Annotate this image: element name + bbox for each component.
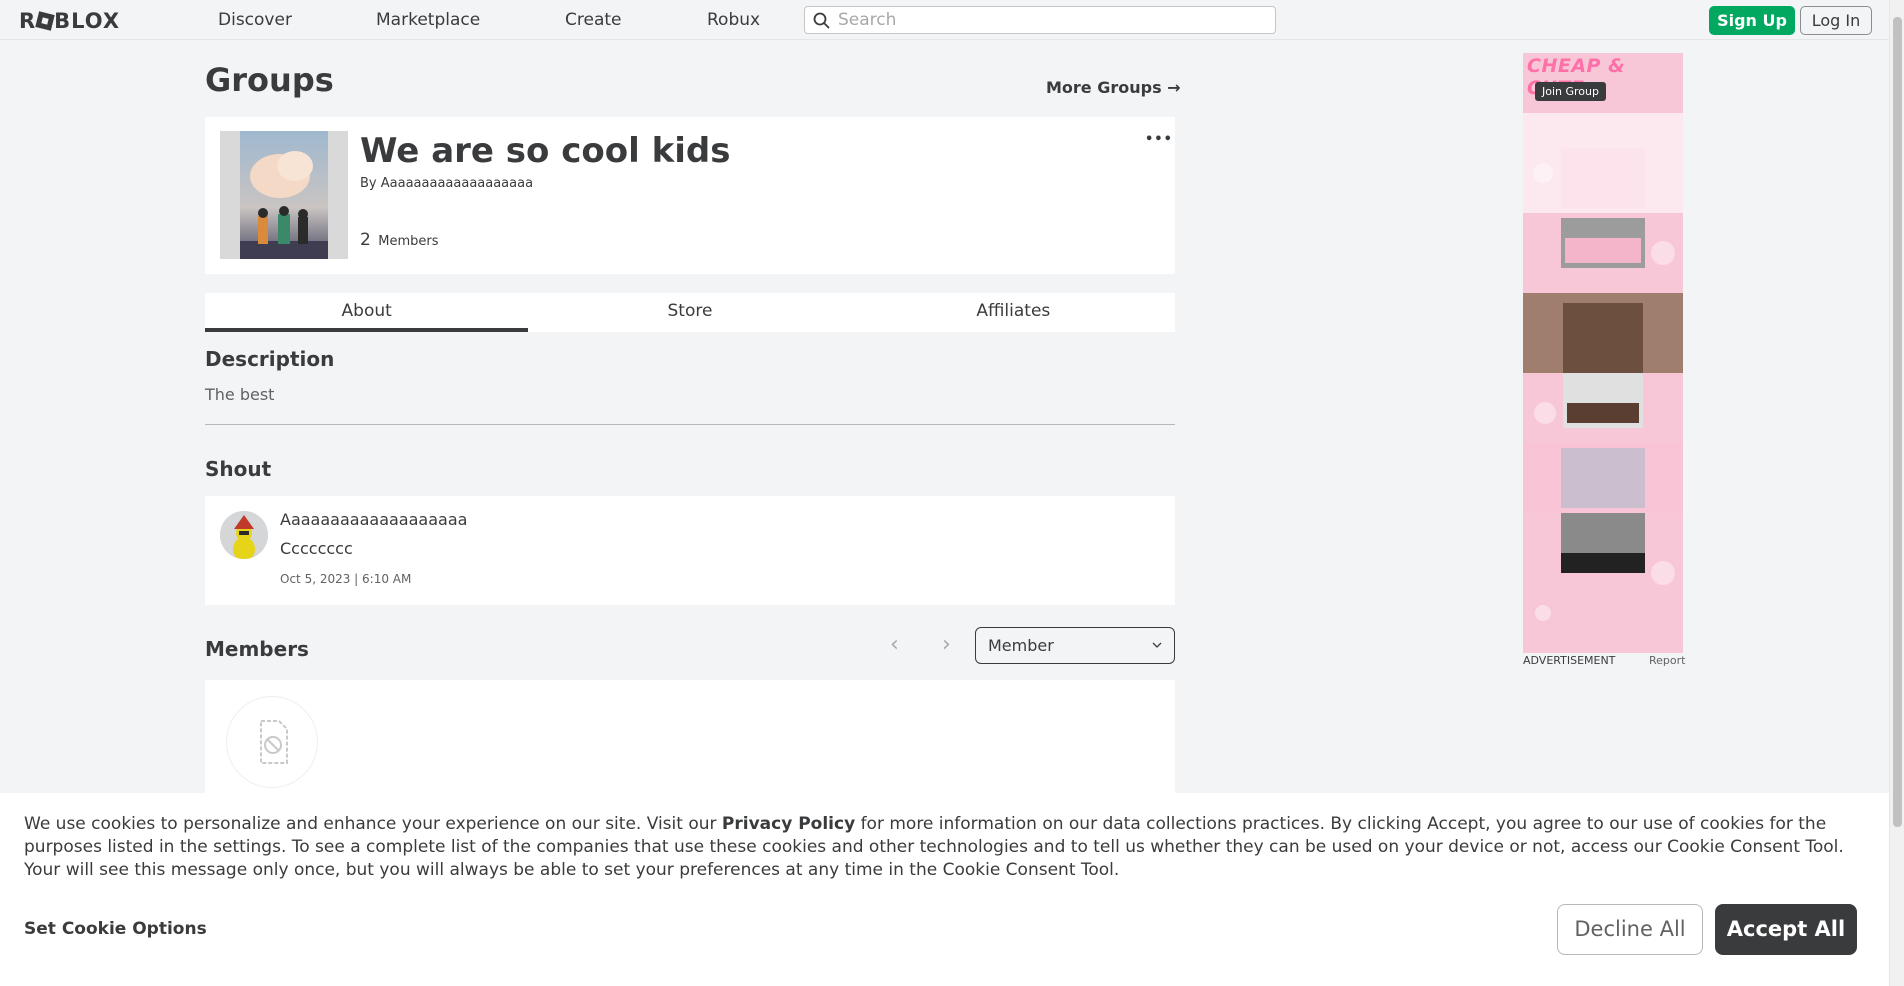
members-list [205, 680, 1175, 810]
member-avatar-placeholder[interactable] [226, 696, 318, 788]
cookie-banner: We use cookies to personalize and enhanc… [0, 793, 1889, 986]
signup-button[interactable]: Sign Up [1709, 6, 1795, 35]
avatar[interactable] [220, 511, 268, 559]
advertisement-banner[interactable]: CHEAP & CUTE Join Group [1523, 53, 1683, 653]
cookie-message: We use cookies to personalize and enhanc… [24, 814, 1844, 880]
unavailable-image-icon [260, 720, 288, 764]
group-owner: By Aaaaaaaaaaaaaaaaaaa [360, 176, 533, 191]
section-divider [205, 424, 1175, 425]
nav-robux[interactable]: Robux [707, 10, 760, 30]
chevron-down-icon [1152, 642, 1162, 648]
description-text: The best [205, 385, 275, 404]
search-input[interactable] [838, 9, 1268, 31]
search-box[interactable] [804, 6, 1276, 34]
ad-join-group-button[interactable]: Join Group [1535, 82, 1606, 101]
group-name: We are so cool kids [360, 131, 731, 171]
description-heading: Description [205, 347, 335, 371]
ad-artwork [1523, 53, 1683, 653]
role-dropdown[interactable]: Member [975, 627, 1175, 664]
member-count-label: Members [378, 234, 439, 249]
group-tabs: About Store Affiliates [205, 293, 1175, 332]
nav-create[interactable]: Create [565, 10, 622, 30]
tab-affiliates[interactable]: Affiliates [852, 293, 1175, 332]
group-header-card: We are so cool kids By Aaaaaaaaaaaaaaaaa… [205, 117, 1175, 274]
member-count-value: 2 [360, 230, 371, 250]
ad-report-link[interactable]: Report [1649, 654, 1685, 667]
more-groups-link[interactable]: More Groups → [1046, 78, 1181, 97]
shout-card: Aaaaaaaaaaaaaaaaaaa Cccccccc Oct 5, 2023… [205, 496, 1175, 605]
group-member-count: 2 Members [360, 230, 438, 250]
group-emblem [220, 131, 348, 259]
shout-message: Cccccccc [280, 539, 353, 558]
by-label: By [360, 176, 377, 191]
role-dropdown-value: Member [988, 636, 1054, 655]
shout-author[interactable]: Aaaaaaaaaaaaaaaaaaa [280, 510, 467, 529]
search-icon [813, 12, 830, 29]
shout-heading: Shout [205, 457, 272, 481]
members-heading: Members [205, 637, 309, 661]
tab-store[interactable]: Store [528, 293, 851, 332]
group-menu-button[interactable]: ••• [1145, 132, 1173, 147]
top-navigation: R BLOX Discover Marketplace Create Robux … [0, 0, 1889, 40]
scrollbar-thumb[interactable] [1893, 17, 1902, 827]
set-cookie-options-link[interactable]: Set Cookie Options [24, 919, 207, 939]
roblox-logo[interactable]: R BLOX [19, 9, 120, 33]
login-button[interactable]: Log In [1800, 6, 1872, 35]
shout-timestamp: Oct 5, 2023 | 6:10 AM [280, 572, 412, 586]
members-prev-button[interactable]: ‹ [890, 632, 899, 657]
privacy-policy-link[interactable]: Privacy Policy [722, 814, 855, 834]
accept-all-button[interactable]: Accept All [1715, 904, 1857, 955]
nav-discover[interactable]: Discover [218, 10, 292, 30]
owner-link[interactable]: Aaaaaaaaaaaaaaaaaaa [381, 176, 533, 191]
decline-all-button[interactable]: Decline All [1557, 904, 1703, 955]
page-title: Groups [205, 61, 334, 99]
ad-label: ADVERTISEMENT [1523, 654, 1616, 667]
tab-about[interactable]: About [205, 293, 529, 332]
page-scrollbar[interactable] [1889, 0, 1904, 986]
members-next-button[interactable]: › [942, 632, 951, 657]
nav-marketplace[interactable]: Marketplace [376, 10, 480, 30]
